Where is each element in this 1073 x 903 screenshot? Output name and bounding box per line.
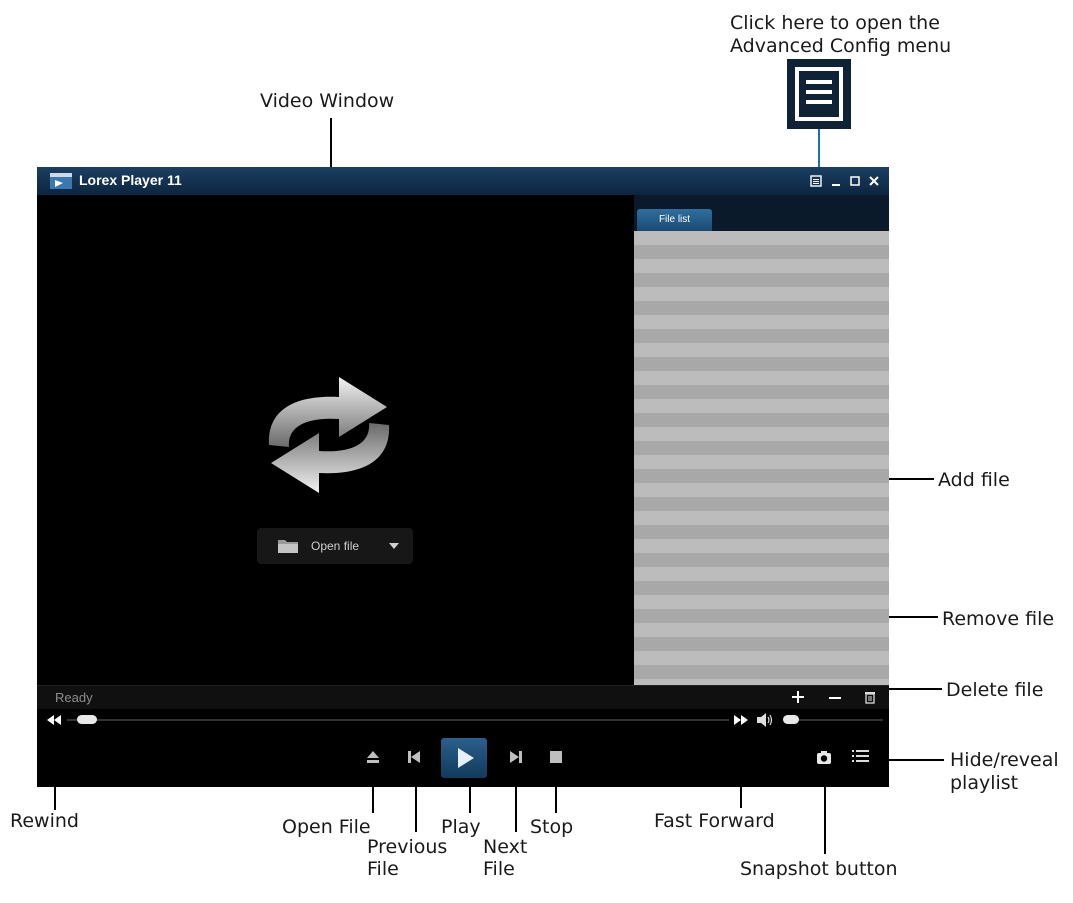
callout-hide-reveal: Hide/reveal bbox=[950, 749, 1059, 771]
previous-icon[interactable] bbox=[407, 750, 421, 764]
next-icon[interactable] bbox=[509, 750, 523, 764]
callout-video-window: Video Window bbox=[260, 90, 395, 112]
status-bar: Ready bbox=[37, 685, 889, 710]
callout-snapshot: Snapshot button bbox=[740, 858, 898, 880]
play-icon bbox=[458, 748, 474, 768]
title-bar[interactable]: Lorex Player 11 bbox=[37, 167, 889, 195]
player-window: Lorex Player 11 Open file File list Read… bbox=[37, 167, 889, 787]
seek-track[interactable] bbox=[67, 719, 729, 721]
callout-delete-file: Delete file bbox=[946, 679, 1044, 701]
repeat-arrows-icon bbox=[268, 377, 390, 493]
callout-hide-reveal-2: playlist bbox=[950, 772, 1019, 794]
status-text: Ready bbox=[55, 690, 93, 705]
minimize-icon[interactable] bbox=[830, 175, 842, 187]
chevron-down-icon[interactable] bbox=[389, 543, 399, 549]
callout-fast-forward: Fast Forward bbox=[654, 810, 775, 832]
callout-previous-file-2: File bbox=[367, 858, 399, 880]
callout-next-file-2: File bbox=[483, 858, 515, 880]
callout-line-hide bbox=[880, 759, 944, 761]
callout-advanced-config: Click here to open the bbox=[730, 12, 940, 34]
callout-line-play bbox=[469, 787, 471, 813]
callout-rewind: Rewind bbox=[10, 810, 79, 832]
camera-icon[interactable] bbox=[816, 750, 832, 766]
playlist-toggle-icon[interactable] bbox=[852, 749, 870, 763]
close-icon[interactable] bbox=[868, 175, 880, 187]
maximize-icon[interactable] bbox=[849, 175, 861, 187]
plus-icon[interactable] bbox=[791, 690, 805, 704]
playlist-panel: File list bbox=[634, 195, 889, 685]
callout-line-open-file bbox=[372, 787, 374, 813]
seek-row bbox=[37, 709, 889, 731]
callout-line-stop bbox=[555, 787, 557, 813]
stop-icon[interactable] bbox=[549, 750, 563, 764]
app-logo-icon bbox=[50, 173, 72, 189]
minus-icon[interactable] bbox=[828, 690, 842, 704]
callout-previous-file: Previous bbox=[367, 836, 448, 858]
open-file-label: Open file bbox=[311, 539, 360, 553]
menu-icon bbox=[795, 67, 843, 121]
video-window[interactable]: Open file bbox=[37, 195, 634, 685]
volume-thumb[interactable] bbox=[783, 715, 799, 724]
menu-icon[interactable] bbox=[810, 175, 822, 187]
fast-forward-icon[interactable] bbox=[734, 715, 748, 725]
callout-stop: Stop bbox=[530, 816, 574, 838]
callout-line-delete bbox=[884, 688, 942, 690]
window-title: Lorex Player 11 bbox=[79, 172, 182, 188]
eject-icon[interactable] bbox=[366, 750, 380, 764]
callout-play: Play bbox=[441, 816, 481, 838]
open-file-dropdown-button[interactable]: Open file bbox=[257, 528, 413, 564]
folder-icon bbox=[278, 540, 298, 553]
callout-add-file: Add file bbox=[938, 469, 1010, 491]
trash-icon[interactable] bbox=[864, 690, 876, 704]
rewind-icon[interactable] bbox=[47, 715, 61, 725]
callout-advanced-config-2: Advanced Config menu bbox=[730, 35, 952, 57]
advanced-config-large-icon bbox=[787, 59, 851, 129]
callout-remove-file: Remove file bbox=[942, 608, 1055, 630]
callout-next-file: Next bbox=[483, 836, 528, 858]
file-list[interactable] bbox=[634, 231, 889, 685]
tab-file-list[interactable]: File list bbox=[637, 209, 712, 231]
callout-line-advanced-config bbox=[818, 129, 820, 167]
seek-thumb[interactable] bbox=[77, 715, 97, 724]
control-bar bbox=[37, 731, 889, 787]
volume-icon[interactable] bbox=[757, 713, 775, 727]
play-button[interactable] bbox=[441, 738, 487, 778]
callout-open-file: Open File bbox=[282, 816, 371, 838]
